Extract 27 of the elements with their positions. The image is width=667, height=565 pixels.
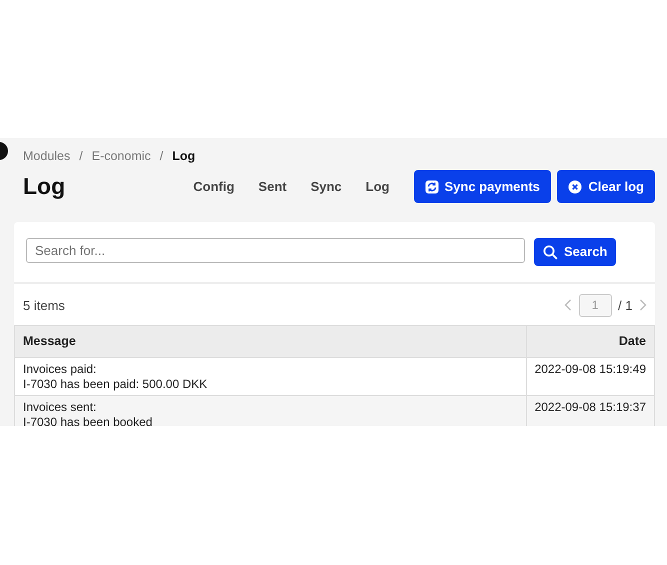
sync-icon (424, 180, 438, 194)
clear-log-button[interactable]: Clear log (557, 170, 655, 204)
nav-link[interactable]: Config (193, 176, 234, 196)
search-field[interactable]: Search for... (26, 238, 525, 264)
column-header: Message (14, 325, 526, 357)
message-cell: Invoices sent: I-7030 has been booked (14, 395, 526, 426)
nav-link[interactable]: Sent (258, 176, 287, 196)
page-title: Log (23, 172, 66, 200)
breadcrumb-separator: / (160, 149, 164, 163)
page-total: / 1 (618, 296, 632, 314)
search-icon (543, 244, 558, 260)
breadcrumb-separator: / (79, 149, 83, 163)
nav-link[interactable]: Sync (310, 176, 342, 196)
sync-payments-button[interactable]: Sync payments (414, 170, 551, 204)
breadcrumb-current: Log (172, 149, 196, 163)
date-cell: 2022-09-08 15:19:49 (526, 357, 654, 395)
message-cell: Invoices paid: I-7030 has been paid: 500.00 DKK (14, 357, 526, 395)
item-count: 5 items (23, 296, 65, 314)
chevron-left-icon[interactable] (564, 299, 572, 312)
breadcrumb-link[interactable]: E-conomic (92, 149, 151, 163)
search-button[interactable]: Search (534, 238, 616, 266)
close-icon (568, 180, 582, 194)
breadcrumb-link[interactable]: Modules (23, 149, 70, 163)
date-cell: 2022-09-08 15:19:37 (526, 395, 654, 426)
column-header: Date (526, 325, 654, 357)
nav-link[interactable]: Log (366, 176, 390, 196)
chevron-right-icon[interactable] (639, 299, 647, 312)
